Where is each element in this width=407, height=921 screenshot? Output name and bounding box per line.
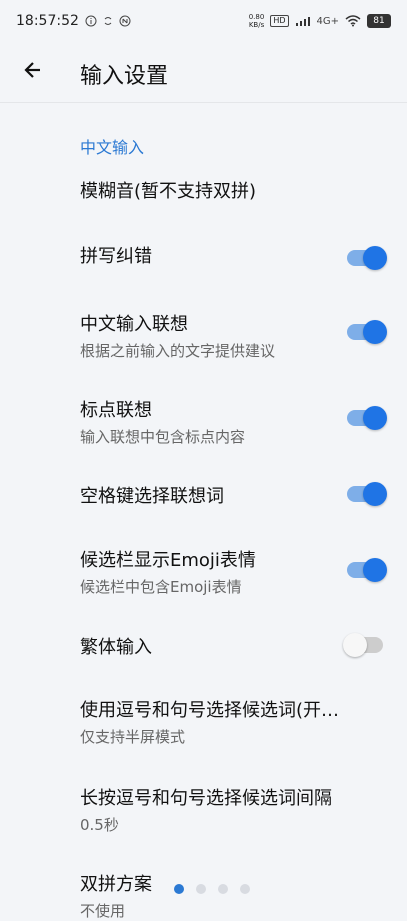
setting-subtitle: 输入联想中包含标点内容 xyxy=(80,428,246,446)
traditional-input-toggle[interactable] xyxy=(343,633,383,657)
setting-subtitle: 不使用 xyxy=(80,902,126,920)
info-icon xyxy=(85,15,97,27)
status-right: 0.80 KB/s HD 4G+ 81 xyxy=(249,13,391,29)
page-dot-3[interactable] xyxy=(218,884,228,894)
setting-fuzzy-pinyin[interactable]: 模糊音(暂不支持双拼) xyxy=(0,177,407,203)
page-dot-2[interactable] xyxy=(196,884,206,894)
toggle-knob xyxy=(363,320,387,344)
nfc-icon xyxy=(119,15,131,27)
setting-chinese-association[interactable]: 中文输入联想 根据之前输入的文字提供建议 xyxy=(0,310,407,361)
hd-badge: HD xyxy=(270,15,289,27)
setting-title: 标点联想 xyxy=(80,400,152,421)
setting-title: 中文输入联想 xyxy=(80,314,188,335)
toggle-knob xyxy=(363,558,387,582)
setting-spell-correction[interactable]: 拼写纠错 xyxy=(0,242,407,268)
toggle-knob xyxy=(363,406,387,430)
setting-title: 空格键选择联想词 xyxy=(80,486,224,507)
app-header: 输入设置 xyxy=(0,42,407,102)
setting-long-press-interval[interactable]: 长按逗号和句号选择候选词间隔 0.5秒 xyxy=(0,784,407,835)
toggle-knob xyxy=(343,633,367,657)
setting-title: 拼写纠错 xyxy=(80,246,152,267)
wifi-icon xyxy=(345,15,361,27)
page-title: 输入设置 xyxy=(80,64,169,89)
setting-punctuation-association[interactable]: 标点联想 输入联想中包含标点内容 xyxy=(0,396,407,447)
page-indicator xyxy=(174,884,250,894)
settings-content[interactable]: 中文输入 模糊音(暂不支持双拼) 拼写纠错 中文输入联想 根据之前输入的文字提供… xyxy=(0,102,407,920)
punctuation-association-toggle[interactable] xyxy=(347,406,387,430)
setting-subtitle: 候选栏中包含Emoji表情 xyxy=(80,578,242,596)
page-dot-4[interactable] xyxy=(240,884,250,894)
setting-title: 使用逗号和句号选择候选词(开… xyxy=(80,700,340,721)
page-dot-1[interactable] xyxy=(174,884,184,894)
toggle-knob xyxy=(363,246,387,270)
status-bar: 18:57:52 0.80 KB/s HD 4G+ 81 xyxy=(0,0,407,42)
chinese-association-toggle[interactable] xyxy=(347,320,387,344)
setting-title: 模糊音(暂不支持双拼) xyxy=(80,181,257,202)
space-select-toggle[interactable] xyxy=(347,482,387,506)
signal-type-label: 4G+ xyxy=(316,15,340,27)
sync-icon xyxy=(103,15,113,27)
setting-subtitle: 仅支持半屏模式 xyxy=(80,728,186,746)
arrow-left-icon xyxy=(24,62,40,78)
spell-correction-toggle[interactable] xyxy=(347,246,387,270)
setting-comma-period-select[interactable]: 使用逗号和句号选择候选词(开… 仅支持半屏模式 xyxy=(0,696,407,747)
setting-title: 长按逗号和句号选择候选词间隔 xyxy=(80,788,332,809)
setting-subtitle: 0.5秒 xyxy=(80,816,119,834)
section-title: 中文输入 xyxy=(80,138,145,157)
setting-shuangpin-scheme[interactable]: 双拼方案 不使用 xyxy=(0,870,407,921)
battery-indicator: 81 xyxy=(367,14,391,28)
status-left: 18:57:52 xyxy=(16,13,131,29)
back-button[interactable] xyxy=(16,54,48,86)
network-speed: 0.80 KB/s xyxy=(248,13,265,29)
signal-icon xyxy=(295,15,311,27)
setting-subtitle: 根据之前输入的文字提供建议 xyxy=(80,342,276,360)
setting-space-select[interactable]: 空格键选择联想词 xyxy=(0,482,407,508)
status-time: 18:57:52 xyxy=(16,13,79,29)
setting-title: 候选栏显示Emoji表情 xyxy=(80,550,256,571)
setting-emoji-candidates[interactable]: 候选栏显示Emoji表情 候选栏中包含Emoji表情 xyxy=(0,546,407,597)
toggle-knob xyxy=(363,482,387,506)
setting-title: 繁体输入 xyxy=(80,637,152,658)
emoji-candidates-toggle[interactable] xyxy=(347,558,387,582)
